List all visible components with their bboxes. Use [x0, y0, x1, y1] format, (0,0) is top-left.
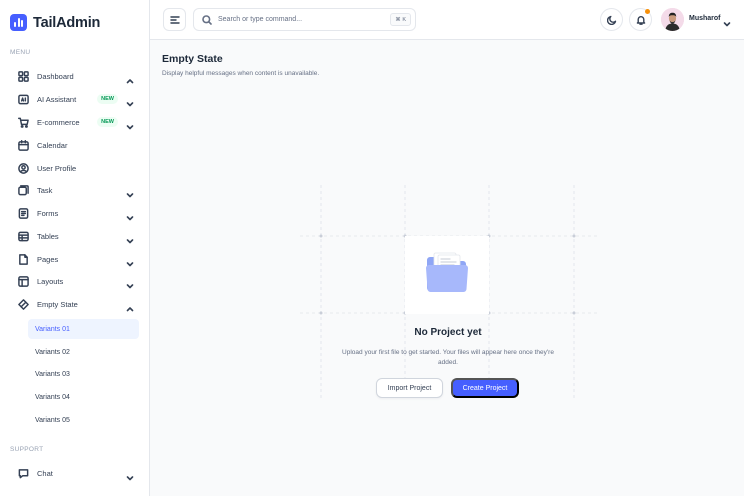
support-section-label: SUPPORT	[10, 446, 44, 453]
sidebar-item-empty-state[interactable]: Empty State	[10, 294, 138, 314]
create-project-button[interactable]: Create Project	[451, 378, 519, 398]
chevron-up-icon	[126, 300, 134, 312]
dark-mode-toggle-button[interactable]	[600, 8, 623, 31]
sidebar-item-calendar[interactable]: Calendar	[10, 135, 138, 155]
calendar-icon	[17, 139, 29, 151]
sidebar-item-label: AI Assistant	[37, 94, 77, 104]
grid-icon	[17, 70, 29, 82]
sidebar-subitem-variants-01[interactable]: Variants 01	[28, 319, 139, 339]
chevron-down-icon	[126, 469, 134, 481]
top-header: Search or type command... ⌘ K Musharof	[150, 0, 744, 40]
sidebar-item-dashboard[interactable]: Dashboard	[10, 66, 138, 86]
chevron-down-icon	[126, 186, 134, 198]
sidebar-item-label: Dashboard	[37, 71, 74, 81]
page-description: Display helpful messages when content is…	[162, 70, 320, 77]
empty-state-icon	[17, 298, 29, 310]
sidebar-item-user-profile[interactable]: User Profile	[10, 158, 138, 178]
sidebar-subitem-variants-03[interactable]: Variants 03	[28, 364, 139, 384]
sidebar-item-label: Calendar	[37, 140, 68, 150]
sidebar-item-label: Pages	[37, 254, 59, 264]
app-logo[interactable]: TailAdmin	[10, 14, 100, 31]
bell-icon	[636, 15, 646, 25]
search-icon	[202, 14, 212, 25]
table-icon	[17, 230, 29, 242]
folder-icon	[425, 252, 469, 294]
notification-dot	[645, 9, 650, 14]
new-badge: NEW	[97, 94, 118, 104]
avatar[interactable]	[661, 8, 684, 31]
chevron-up-icon	[126, 72, 134, 84]
user-circle-icon	[17, 162, 29, 174]
new-badge: NEW	[97, 117, 118, 127]
empty-state-title: No Project yet	[414, 327, 482, 338]
empty-state-description: Upload your first file to get started. Y…	[342, 349, 554, 366]
sidebar-subitem-variants-04[interactable]: Variants 04	[28, 387, 139, 407]
chevron-down-icon	[126, 255, 134, 267]
sidebar-item-task[interactable]: Task	[10, 180, 138, 200]
user-name[interactable]: Musharof	[689, 15, 721, 22]
chevron-down-icon	[126, 95, 134, 107]
sidebar-item-label: Empty State	[37, 299, 78, 309]
sidebar-item-label: Forms	[37, 208, 59, 218]
moon-icon	[606, 15, 617, 25]
sidebar: TailAdmin MENU Dashboard AI Assistant NE…	[0, 0, 150, 496]
chevron-down-icon	[126, 232, 134, 244]
sidebar-item-label: Layouts	[37, 276, 64, 286]
app-name: TailAdmin	[33, 14, 101, 31]
notifications-button[interactable]	[629, 8, 652, 31]
sidebar-toggle-button[interactable]	[163, 8, 186, 31]
forms-icon	[17, 207, 29, 219]
search-placeholder: Search or type command...	[218, 16, 303, 23]
search-shortcut-badge: ⌘ K	[390, 13, 411, 26]
chevron-down-icon	[126, 209, 134, 221]
sidebar-item-label: User Profile	[37, 163, 77, 173]
layout-icon	[17, 275, 29, 287]
sidebar-item-label: Chat	[37, 468, 53, 478]
import-project-button[interactable]: Import Project	[376, 378, 443, 398]
sidebar-item-ai-assistant[interactable]: AI Assistant NEW	[10, 89, 138, 109]
menu-icon	[169, 15, 180, 25]
ai-icon	[17, 93, 29, 105]
sidebar-item-label: E-commerce	[37, 117, 80, 127]
pages-icon	[17, 253, 29, 265]
menu-section-label: MENU	[10, 49, 31, 56]
page-title: Empty State	[162, 53, 223, 65]
search-input[interactable]: Search or type command... ⌘ K	[193, 8, 416, 31]
sidebar-item-label: Tables	[37, 231, 59, 241]
sidebar-item-tables[interactable]: Tables	[10, 226, 138, 246]
sidebar-subitem-variants-02[interactable]: Variants 02	[28, 342, 139, 362]
sidebar-item-layouts[interactable]: Layouts	[10, 271, 138, 291]
sidebar-item-forms[interactable]: Forms	[10, 203, 138, 223]
logo-icon	[10, 14, 27, 31]
sidebar-item-e-commerce[interactable]: E-commerce NEW	[10, 112, 138, 132]
sidebar-item-pages[interactable]: Pages	[10, 249, 138, 269]
chat-icon	[17, 467, 29, 479]
task-icon	[17, 184, 29, 196]
sidebar-subitem-variants-05[interactable]: Variants 05	[28, 410, 139, 430]
sidebar-item-chat[interactable]: Chat	[10, 463, 138, 483]
chevron-down-icon	[126, 277, 134, 289]
sidebar-item-label: Task	[37, 185, 53, 195]
chevron-down-icon	[126, 118, 134, 130]
cart-icon	[17, 116, 29, 128]
chevron-down-icon[interactable]	[723, 15, 731, 27]
